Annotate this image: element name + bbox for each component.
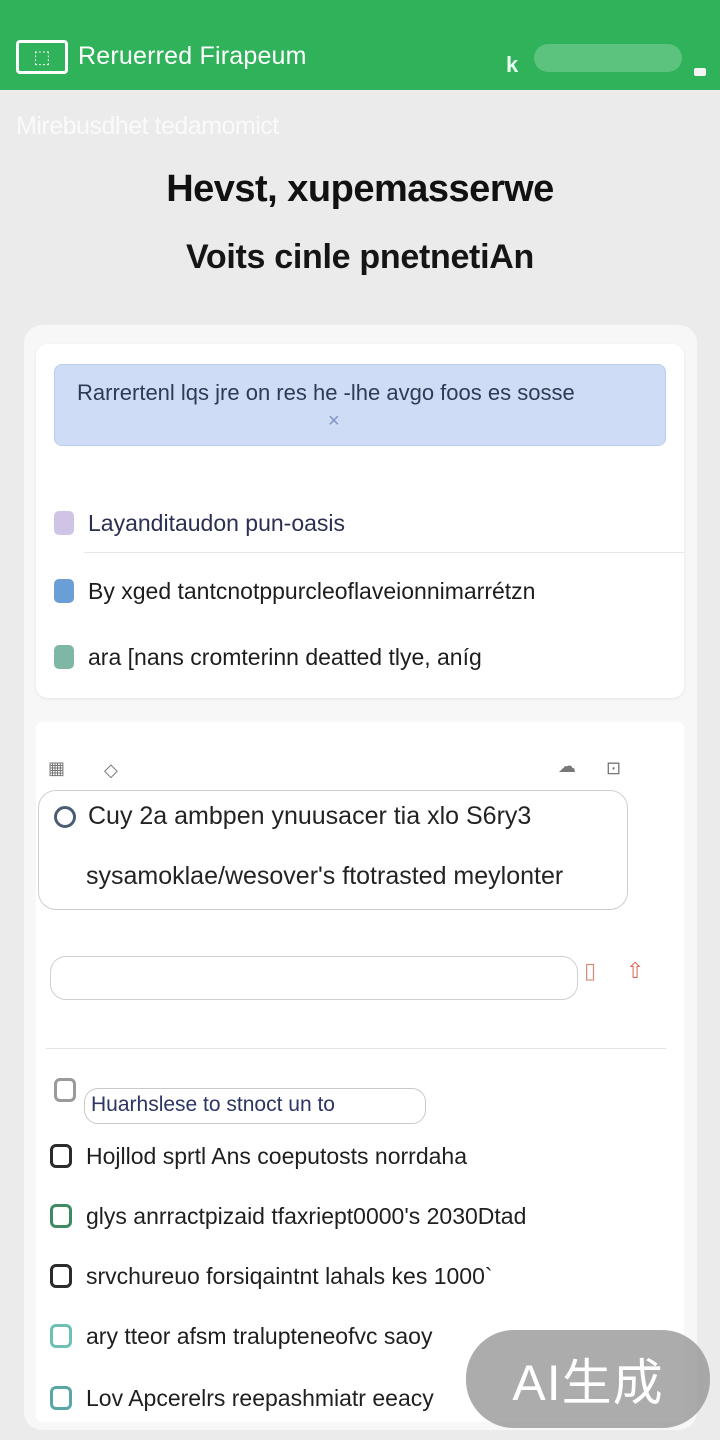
divider	[46, 1048, 666, 1049]
message-line: sysamoklae/wesover's ftotrasted meylonte…	[86, 862, 564, 890]
message-input[interactable]	[50, 956, 578, 1000]
message-line: Cuy 2a ambpen ynuusacer tia xlo S6ry3	[88, 802, 532, 830]
divider	[84, 552, 684, 553]
page-subtitle: Voits cinle pnetnetiAn	[186, 238, 534, 276]
ai-generated-badge: AI生成	[466, 1330, 710, 1428]
document-icon	[54, 579, 74, 603]
document-icon	[54, 645, 74, 669]
list-item[interactable]: Hojllod sprtl Ans coeputosts norrdaha	[50, 1134, 670, 1178]
item-icon	[50, 1144, 72, 1168]
subheader-text: Mirebusdhet tedamomict	[16, 112, 279, 140]
cloud-icon[interactable]: ☁	[558, 756, 576, 777]
diamond-icon[interactable]: ◇	[104, 760, 118, 781]
attach-icon[interactable]: ▯	[584, 958, 596, 984]
image-icon[interactable]: ▦	[48, 758, 65, 779]
list-item[interactable]: ara [nans cromterinn deatted tlye, aníg	[54, 634, 674, 680]
list-item-text: srvchureuo forsiqaintnt lahals kes 1000`	[86, 1262, 493, 1289]
list-item-text: By xged tantcnotppurcleoflaveionnimarrét…	[88, 577, 536, 604]
app-title: Reruerred Firapeum	[78, 42, 307, 70]
list-item[interactable]: By xged tantcnotppurcleoflaveionnimarrét…	[54, 568, 674, 614]
header-search-pill[interactable]	[534, 44, 682, 72]
user-icon	[54, 806, 76, 828]
list-item-text: ary tteor afsm tralupteneofvc saoy	[86, 1322, 433, 1349]
item-icon	[50, 1324, 72, 1348]
section-heading-row: Layanditaudon pun-oasis	[54, 500, 674, 546]
app-logo-icon[interactable]: ⬚	[16, 40, 68, 74]
item-icon	[50, 1386, 72, 1410]
list-item[interactable]: srvchureuo forsiqaintnt lahals kes 1000`	[50, 1254, 670, 1298]
list-item[interactable]: glys anrractpizaid tfaxriept0000's 2030D…	[50, 1194, 670, 1238]
close-icon[interactable]: ×	[328, 410, 340, 433]
item-icon	[50, 1264, 72, 1288]
search-icon	[54, 1078, 76, 1102]
list-item-text: ara [nans cromterinn deatted tlye, aníg	[88, 643, 482, 670]
banner-text: Rarrertenl lqs jre on res he -lhe avgo f…	[77, 380, 575, 405]
list-item-text: Hojllod sprtl Ans coeputosts norrdaha	[86, 1142, 467, 1169]
item-icon	[50, 1204, 72, 1228]
section-heading: Layanditaudon pun-oasis	[88, 509, 346, 536]
info-banner: Rarrertenl lqs jre on res he -lhe avgo f…	[54, 364, 666, 446]
send-icon[interactable]: ⇧	[626, 958, 644, 984]
list-item-text: Lov Apcerelrs reepashmiatr eeacy	[86, 1384, 434, 1411]
page-title: Hevst, xupemasserwe	[166, 168, 554, 210]
search-input[interactable]: Huarhslese to stnoct un to	[84, 1088, 426, 1124]
card-toolbar: ▦ ◇ ☁ ⊡	[46, 756, 646, 786]
section-icon	[54, 511, 74, 535]
menu-icon[interactable]	[694, 68, 706, 76]
lock-icon[interactable]: ⊡	[606, 758, 621, 779]
list-item-text: glys anrractpizaid tfaxriept0000's 2030D…	[86, 1202, 527, 1229]
app-header: ⬚ Reruerred Firapeum k	[0, 0, 720, 90]
chevron-icon[interactable]: k	[506, 52, 518, 78]
